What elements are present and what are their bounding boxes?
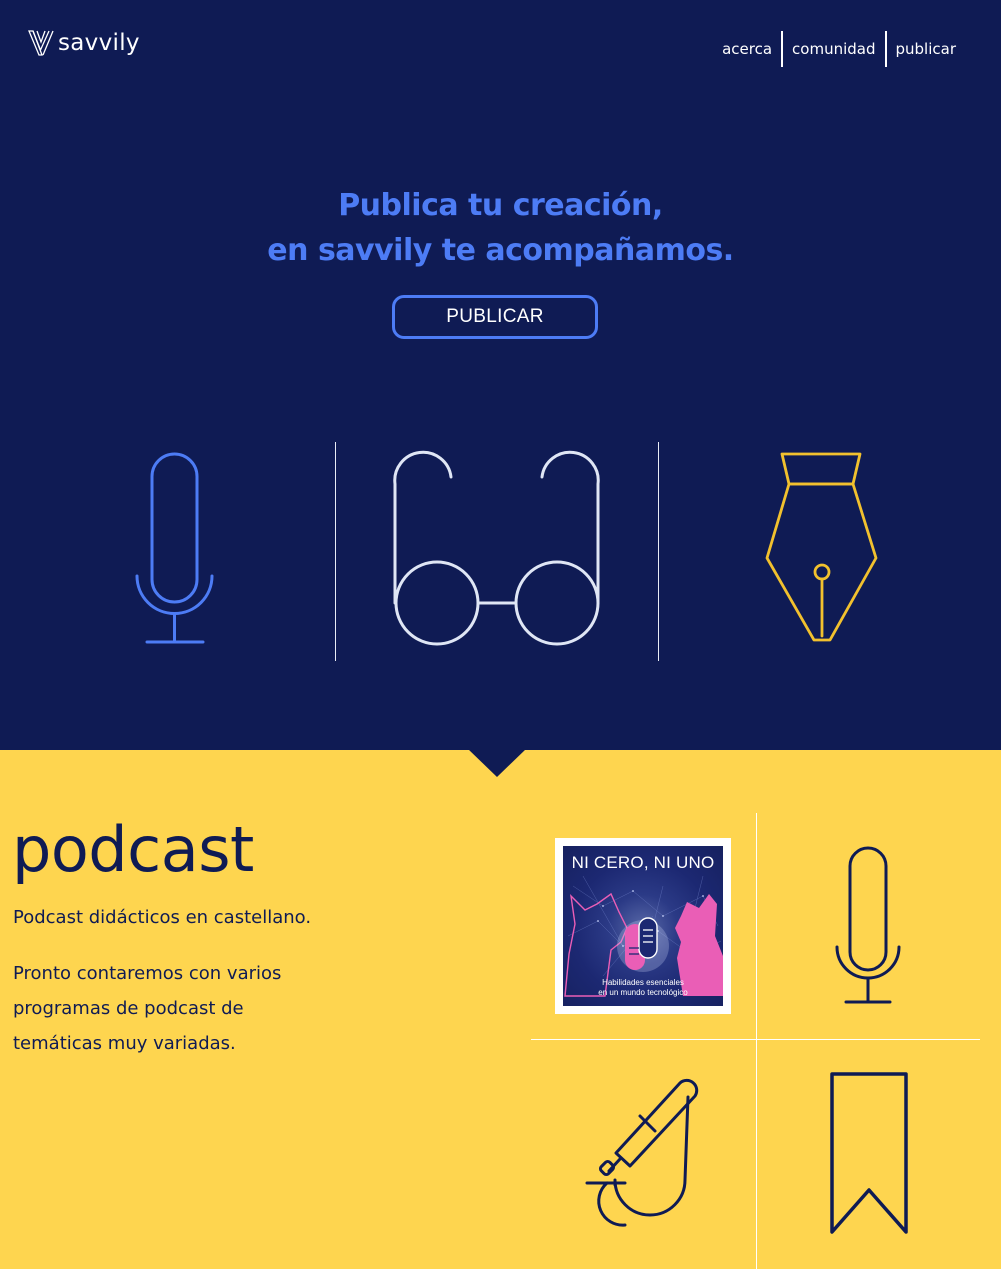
fountain-pen-icon [765, 452, 878, 642]
nav-link-publicar[interactable]: publicar [887, 31, 966, 67]
podcast-cover-subtitle-line1: Habilidades esenciales [602, 978, 684, 987]
microphone-icon [835, 846, 901, 1004]
bookmark-icon [830, 1072, 908, 1234]
hero-divider [335, 442, 336, 661]
nav-link-acerca[interactable]: acerca [713, 31, 781, 67]
podcast-section: podcast Podcast didácticos en castellano… [0, 750, 1001, 1269]
brand-logo[interactable]: savvily [28, 28, 140, 58]
microphone-icon [135, 452, 214, 644]
podcast-cover-title: NI CERO, NI UNO [571, 853, 715, 872]
hero-headline-line2: en savvily te acompañamos. [267, 233, 734, 268]
nav-link-comunidad[interactable]: comunidad [783, 31, 884, 67]
podcast-cover-subtitle-line2: en un mundo tecnológico [598, 988, 688, 997]
podcast-cover-subtitle: Habilidades esenciales en un mundo tecno… [563, 978, 723, 998]
hero-section: savvily acerca comunidad publicar Public… [0, 0, 1001, 750]
hero-headline-line1: Publica tu creación, [338, 188, 663, 223]
section-pointer [468, 749, 526, 777]
publish-button[interactable]: PUBLICAR [392, 295, 598, 339]
podcast-subtitle: Podcast didácticos en castellano. [13, 907, 312, 928]
podcast-description: Pronto contaremos con varios programas d… [13, 963, 282, 1054]
podcast-title: podcast [12, 813, 254, 886]
hero-divider [658, 442, 659, 661]
podcast-cover[interactable]: NI CERO, NI UNO Habilidades esenciales e… [555, 838, 731, 1014]
grid-divider-vertical [756, 813, 757, 1269]
savvily-logo-icon [28, 30, 54, 56]
hero-headline: Publica tu creación, en savvily te acomp… [0, 183, 1001, 273]
glasses-icon [393, 450, 600, 646]
podcast-cover-art: NI CERO, NI UNO Habilidades esenciales e… [563, 846, 723, 1006]
brand-name: savvily [58, 30, 140, 56]
top-navigation: acerca comunidad publicar [713, 31, 965, 67]
boom-microphone-icon [585, 1078, 699, 1227]
